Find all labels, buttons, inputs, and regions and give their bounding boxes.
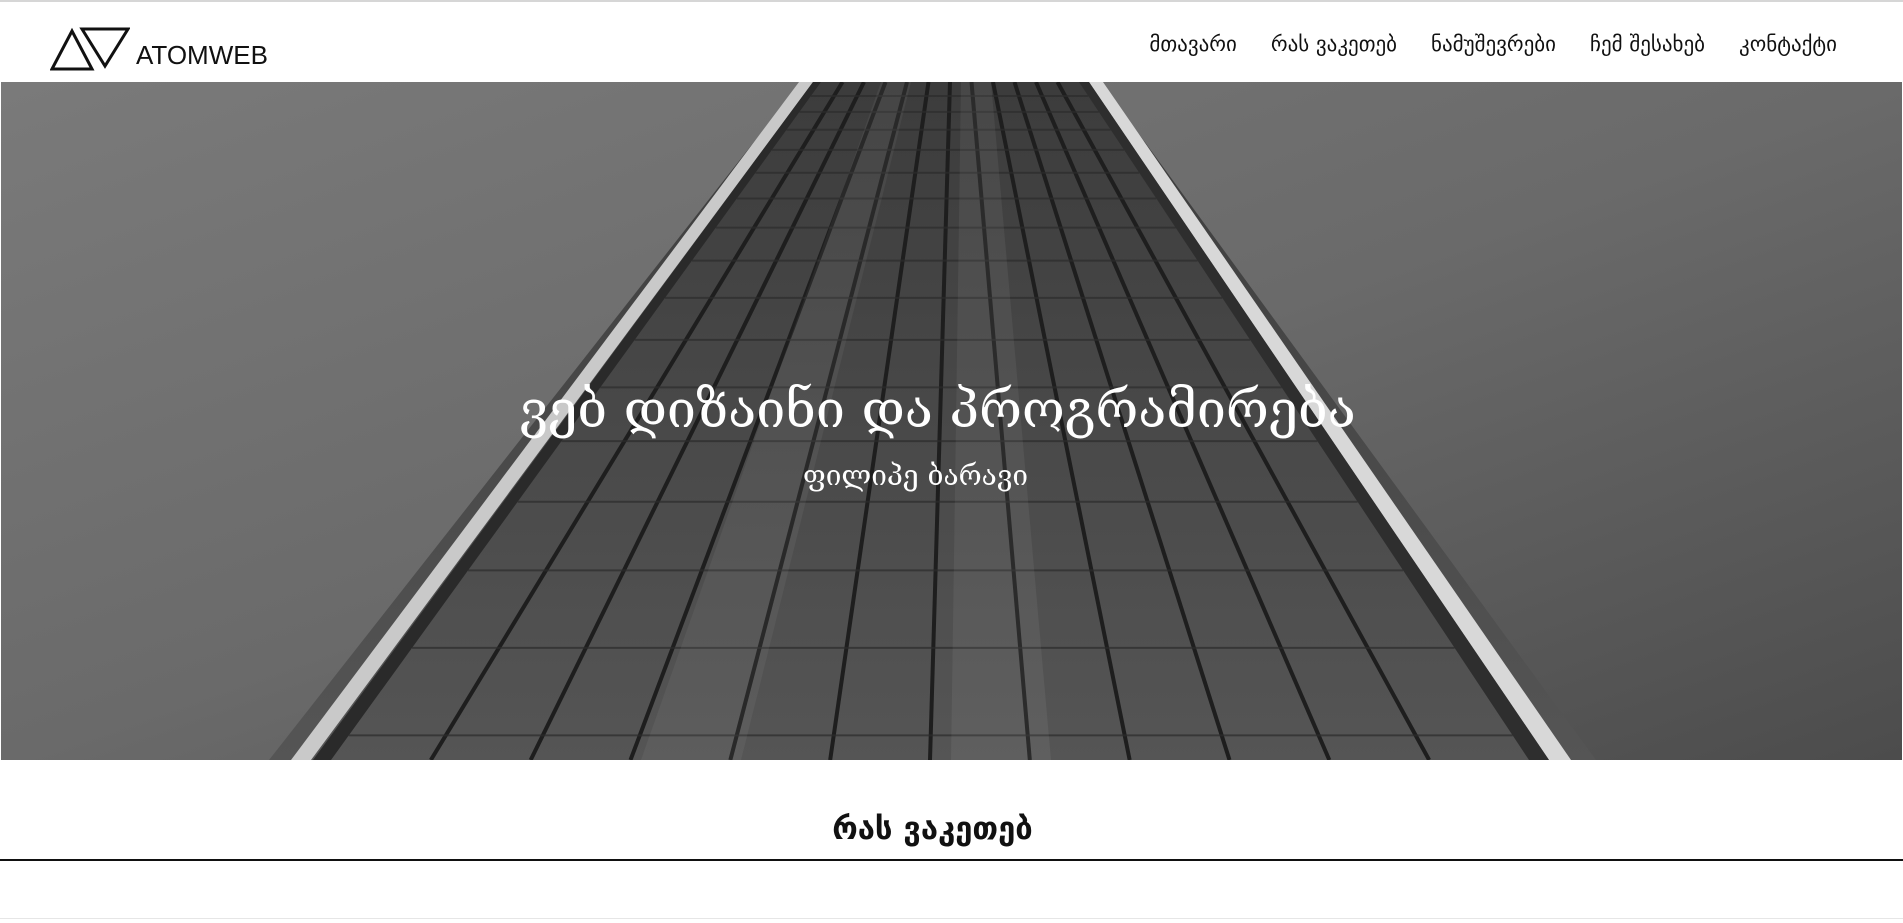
nav-item-home[interactable]: მთავარი	[1149, 32, 1236, 56]
hero-title: ვებ დიზაინი და პროგრამირება	[519, 380, 1356, 440]
site-header: ATOMWEB მთავარი რას ვაკეთებ ნამუშევრები …	[0, 2, 1903, 82]
nav-item-services[interactable]: რას ვაკეთებ	[1271, 32, 1397, 56]
nav-item-about[interactable]: ჩემ შესახებ	[1590, 32, 1705, 56]
services-section-title: რას ვაკეთებ	[832, 811, 1033, 847]
nav-item-contact[interactable]: კონტაქტი	[1739, 32, 1837, 56]
hero-subtitle: ფილიპე ბარავი	[802, 459, 1029, 492]
hero-banner: ვებ დიზაინი და პროგრამირება ფილიპე ბარავ…	[1, 82, 1902, 760]
logo[interactable]: ATOMWEB	[50, 24, 268, 72]
nav-item-portfolio[interactable]: ნამუშევრები	[1431, 32, 1556, 56]
page-bottom-edge	[0, 918, 1903, 919]
brand-name: ATOMWEB	[136, 40, 268, 70]
main-nav: მთავარი რას ვაკეთებ ნამუშევრები ჩემ შესა…	[1149, 32, 1837, 56]
section-divider	[0, 859, 1903, 861]
triangles-logo-icon	[50, 27, 130, 71]
